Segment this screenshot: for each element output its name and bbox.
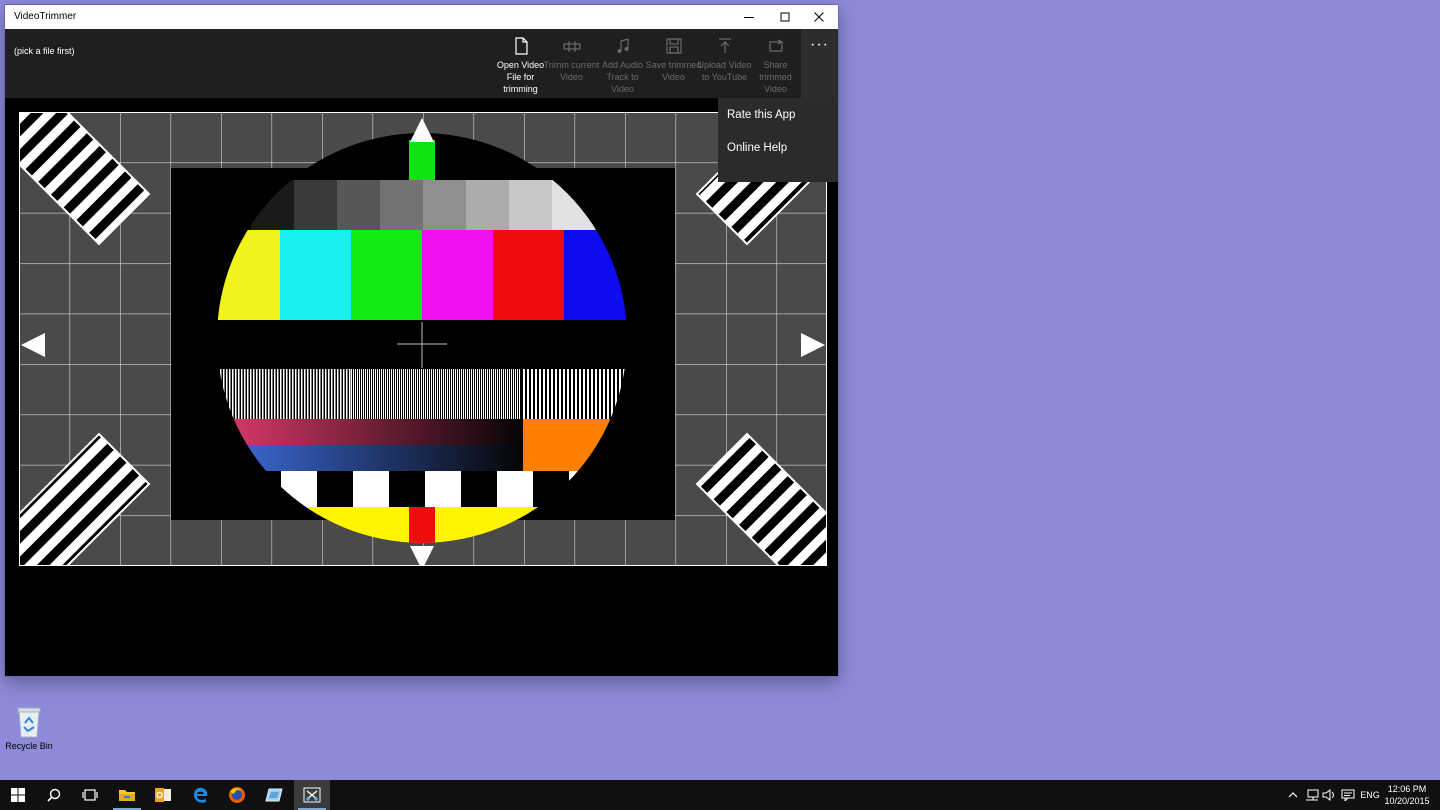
search-button[interactable] bbox=[36, 780, 72, 810]
file-explorer-button[interactable] bbox=[109, 780, 145, 810]
open-video-label: Open Video File for trimming bbox=[496, 60, 545, 94]
close-icon bbox=[814, 12, 824, 22]
chevron-up-icon bbox=[1288, 792, 1298, 798]
window-title: VideoTrimmer bbox=[14, 11, 77, 22]
firefox-button[interactable] bbox=[219, 780, 255, 810]
search-icon bbox=[47, 788, 61, 802]
file-explorer-icon bbox=[119, 790, 135, 801]
upload-youtube-label: Upload Video to YouTube bbox=[697, 60, 752, 82]
share-icon bbox=[768, 39, 783, 52]
save-video-label: Save trimmed Video bbox=[645, 60, 702, 82]
maximize-button[interactable] bbox=[768, 5, 802, 29]
minimize-icon bbox=[744, 17, 754, 18]
trim-icon bbox=[562, 41, 581, 52]
gray-step bbox=[380, 180, 424, 230]
save-icon bbox=[665, 38, 682, 54]
maximize-icon bbox=[780, 12, 790, 22]
app-icon bbox=[265, 788, 283, 802]
gray-step bbox=[294, 180, 338, 230]
more-options-button[interactable]: ··· bbox=[801, 29, 838, 98]
checker-cell bbox=[497, 471, 533, 508]
clock-time: 12:06 PM bbox=[1387, 784, 1427, 794]
upload-icon bbox=[718, 38, 731, 53]
color-bar bbox=[351, 230, 423, 320]
color-bar bbox=[422, 230, 494, 320]
edge-button[interactable] bbox=[183, 780, 219, 810]
edge-icon bbox=[194, 787, 208, 803]
action-center-button[interactable] bbox=[1339, 780, 1357, 810]
color-bar bbox=[493, 230, 565, 320]
video-trimmer-taskbar-button[interactable] bbox=[294, 780, 330, 810]
volume-icon bbox=[1322, 789, 1334, 801]
gray-step bbox=[466, 180, 510, 230]
overflow-menu: Rate this App Online Help bbox=[718, 98, 838, 182]
clock-date: 10/20/2015 bbox=[1384, 796, 1430, 806]
gray-step bbox=[337, 180, 381, 230]
command-bar: (pick a file first) Open Video File for … bbox=[5, 29, 838, 98]
gray-step bbox=[423, 180, 467, 230]
minimize-button[interactable] bbox=[732, 5, 766, 29]
network-button[interactable] bbox=[1303, 780, 1321, 810]
language-indicator: ENG bbox=[1360, 790, 1380, 800]
app-button[interactable] bbox=[256, 780, 292, 810]
video-trimmer-icon bbox=[303, 787, 321, 803]
menu-item-rate-app[interactable]: Rate this App bbox=[718, 98, 838, 131]
checker-cell bbox=[425, 471, 461, 508]
music-note-icon bbox=[617, 38, 629, 53]
outlook-button[interactable] bbox=[145, 780, 181, 810]
clock[interactable]: 12:06 PM 10/20/2015 bbox=[1381, 783, 1433, 807]
checker-cell bbox=[461, 471, 497, 508]
volume-button[interactable] bbox=[1321, 780, 1337, 810]
share-video-button[interactable]: Share trimmed Video bbox=[750, 29, 801, 98]
gray-step bbox=[509, 180, 553, 230]
firefox-icon bbox=[229, 787, 245, 803]
close-button[interactable] bbox=[802, 5, 836, 29]
checker-cell bbox=[389, 471, 425, 508]
taskbar: ENG 12:06 PM 10/20/2015 bbox=[0, 780, 1440, 810]
show-hidden-icons-button[interactable] bbox=[1285, 780, 1301, 810]
task-view-button[interactable] bbox=[72, 780, 108, 810]
checker-cell bbox=[317, 471, 353, 508]
start-button[interactable] bbox=[0, 780, 36, 810]
app-window: VideoTrimmer (pick a file first) Open Vi… bbox=[5, 5, 838, 676]
add-audio-button[interactable]: Add Audio Track to Video bbox=[597, 29, 648, 98]
more-icon: ··· bbox=[810, 36, 829, 53]
save-video-button[interactable]: Save trimmed Video bbox=[645, 29, 702, 98]
color-bar bbox=[280, 230, 352, 320]
network-icon bbox=[1306, 789, 1319, 801]
title-bar: VideoTrimmer bbox=[5, 5, 838, 29]
add-audio-label: Add Audio Track to Video bbox=[601, 60, 644, 94]
open-video-button[interactable]: Open Video File for trimming bbox=[495, 29, 546, 98]
checker-cell bbox=[353, 471, 389, 508]
share-video-label: Share trimmed Video bbox=[759, 60, 792, 94]
upload-youtube-button[interactable]: Upload Video to YouTube bbox=[697, 29, 752, 98]
notification-icon bbox=[1341, 789, 1355, 801]
status-text: (pick a file first) bbox=[14, 46, 75, 56]
open-file-icon bbox=[514, 37, 528, 55]
trim-video-label: Trimm current Video bbox=[543, 60, 600, 82]
video-preview bbox=[19, 112, 827, 566]
trim-video-button[interactable]: Trimm current Video bbox=[543, 29, 600, 98]
windows-start-icon bbox=[11, 788, 25, 802]
recycle-bin-icon bbox=[17, 707, 41, 738]
task-view-icon bbox=[82, 789, 98, 801]
recycle-bin-label: Recycle Bin bbox=[5, 741, 53, 751]
recycle-bin[interactable]: Recycle Bin bbox=[4, 705, 54, 761]
outlook-icon bbox=[155, 788, 171, 802]
language-button[interactable]: ENG bbox=[1358, 780, 1382, 810]
menu-item-online-help[interactable]: Online Help bbox=[718, 131, 838, 164]
